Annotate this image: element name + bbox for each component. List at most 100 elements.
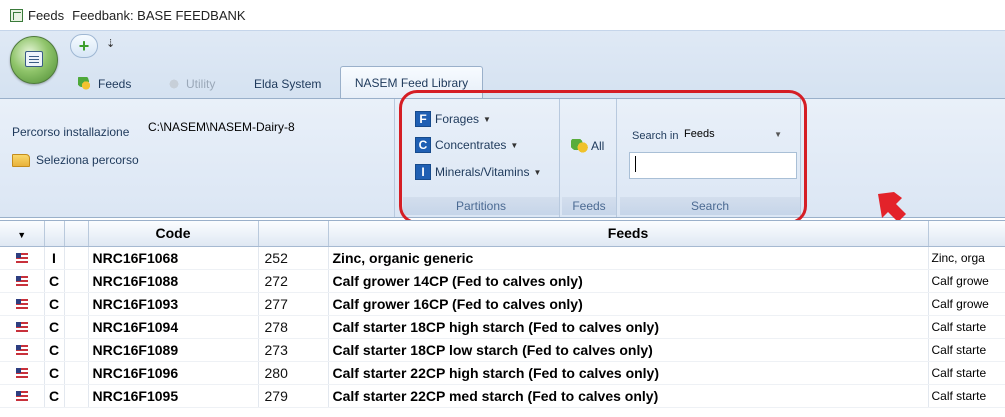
row-spacer	[64, 384, 89, 408]
row-spacer	[64, 315, 89, 339]
search-group: Search in Feeds ▼ Search	[620, 99, 801, 217]
row-code: NRC16F1088	[88, 269, 259, 293]
type-header[interactable]	[44, 221, 65, 247]
row-feed-name: Calf starter 18CP high starch (Fed to ca…	[328, 315, 929, 339]
folder-icon	[12, 153, 30, 167]
tab-utility[interactable]: Utility	[166, 71, 215, 97]
us-flag-icon	[15, 252, 28, 263]
row-spacer	[64, 292, 89, 316]
row-flag-cell	[0, 338, 45, 362]
number-header[interactable]	[258, 221, 329, 247]
row-extra: Calf growe	[928, 292, 1005, 316]
install-path-value: C:\NASEM\NASEM-Dairy-8	[148, 120, 295, 134]
row-feed-name: Calf starter 18CP low starch (Fed to cal…	[328, 338, 929, 362]
table-row[interactable]: C NRC16F1093 277 Calf grower 16CP (Fed t…	[0, 292, 1005, 316]
install-path-group: Percorso installazione C:\NASEM\NASEM-Da…	[0, 99, 395, 217]
row-type: C	[44, 315, 65, 339]
select-path-button[interactable]: Seleziona percorso	[12, 153, 139, 167]
feeds-icon	[78, 77, 94, 91]
concentrates-button[interactable]: C Concentrates ▼	[415, 137, 518, 153]
app-icon	[10, 8, 23, 22]
row-code: NRC16F1096	[88, 361, 259, 385]
table-row[interactable]: C NRC16F1088 272 Calf grower 14CP (Fed t…	[0, 269, 1005, 293]
row-feed-name: Calf starter 22CP med starch (Fed to cal…	[328, 384, 929, 408]
tab-nasem-feed-library-label: NASEM Feed Library	[354, 76, 469, 90]
table-row[interactable]: C NRC16F1089 273 Calf starter 18CP low s…	[0, 338, 1005, 362]
tab-nasem-feed-library[interactable]: NASEM Feed Library	[340, 66, 483, 99]
code-header[interactable]: Code	[88, 221, 259, 247]
row-type: C	[44, 269, 65, 293]
row-code: NRC16F1095	[88, 384, 259, 408]
all-feeds-label: All	[591, 139, 605, 153]
us-flag-icon	[15, 367, 28, 378]
document-icon	[25, 51, 43, 67]
row-feed-name: Calf starter 22CP high starch (Fed to ca…	[328, 361, 929, 385]
row-code: NRC16F1093	[88, 292, 259, 316]
quick-access-customize-button[interactable]: ⇣	[106, 37, 115, 50]
application-menu-button[interactable]	[10, 36, 58, 84]
feeds-header[interactable]: Feeds	[328, 221, 929, 247]
partitions-group: F Forages ▼ C Concentrates ▼ I Minerals/…	[403, 99, 560, 217]
row-number: 278	[258, 315, 329, 339]
column-selector-header[interactable]: ▼	[0, 221, 45, 247]
tab-elda-system-label: Elda System	[254, 77, 322, 91]
title-bar: Feeds Feedbank: BASE FEEDBANK	[0, 0, 1005, 30]
row-flag-cell	[0, 246, 45, 270]
row-feed-name: Zinc, organic generic	[328, 246, 929, 270]
us-flag-icon	[15, 321, 28, 332]
forages-button[interactable]: F Forages ▼	[415, 111, 491, 127]
ribbon-panel: Percorso installazione C:\NASEM\NASEM-Da…	[0, 98, 1005, 218]
partitions-group-label: Partitions	[403, 197, 559, 215]
row-number: 277	[258, 292, 329, 316]
row-type: C	[44, 292, 65, 316]
concentrates-icon: C	[415, 137, 431, 153]
row-extra: Calf starte	[928, 338, 1005, 362]
row-extra: Calf starte	[928, 315, 1005, 339]
chevron-down-icon: ▼	[483, 114, 491, 124]
us-flag-icon	[15, 344, 28, 355]
row-number: 279	[258, 384, 329, 408]
chevron-down-icon: ▼	[17, 230, 27, 241]
forages-icon: F	[415, 111, 431, 127]
row-code: NRC16F1089	[88, 338, 259, 362]
row-number: 280	[258, 361, 329, 385]
us-flag-icon	[15, 298, 28, 309]
row-flag-cell	[0, 292, 45, 316]
window-title-app: Feeds	[28, 7, 65, 23]
row-feed-name: Calf grower 14CP (Fed to calves only)	[328, 269, 929, 293]
all-feeds-button[interactable]: All	[571, 139, 604, 153]
table-row[interactable]: C NRC16F1095 279 Calf starter 22CP med s…	[0, 384, 1005, 408]
row-code: NRC16F1094	[88, 315, 259, 339]
extra-header[interactable]	[928, 221, 1005, 247]
table-row[interactable]: C NRC16F1096 280 Calf starter 22CP high …	[0, 361, 1005, 385]
row-flag-cell	[0, 315, 45, 339]
row-spacer	[64, 338, 89, 362]
search-group-label: Search	[620, 197, 800, 215]
feeds-icon	[571, 139, 589, 153]
ribbon-tab-row: + ⇣ Feeds Utility Elda System NASEM Feed…	[0, 30, 1005, 99]
row-number: 272	[258, 269, 329, 293]
row-extra: Calf growe	[928, 269, 1005, 293]
feeds-group-label: Feeds	[562, 197, 616, 215]
row-flag-cell	[0, 384, 45, 408]
feeds-group: All Feeds	[562, 99, 617, 217]
row-number: 273	[258, 338, 329, 362]
concentrates-label: Concentrates	[435, 138, 507, 152]
row-type: C	[44, 361, 65, 385]
tab-feeds[interactable]: Feeds	[78, 71, 131, 97]
search-in-select[interactable]: Feeds ▼	[682, 123, 784, 145]
table-row[interactable]: C NRC16F1094 278 Calf starter 18CP high …	[0, 315, 1005, 339]
tab-feeds-label: Feeds	[98, 77, 132, 91]
row-spacer	[64, 246, 89, 270]
minerals-vitamins-button[interactable]: I Minerals/Vitamins ▼	[415, 164, 541, 180]
feeds-table: ▼ Code Feeds I NRC16F1068 252 Zinc, orga…	[0, 221, 1005, 408]
search-in-label: Search in	[632, 130, 679, 142]
quick-access-add-button[interactable]: +	[70, 34, 98, 58]
tab-elda-system[interactable]: Elda System	[254, 71, 321, 97]
search-input[interactable]	[629, 152, 797, 179]
row-extra: Zinc, orga	[928, 246, 1005, 270]
table-row[interactable]: I NRC16F1068 252 Zinc, organic generic Z…	[0, 246, 1005, 270]
row-spacer	[64, 269, 89, 293]
text-cursor	[635, 156, 636, 172]
row-extra: Calf starte	[928, 384, 1005, 408]
